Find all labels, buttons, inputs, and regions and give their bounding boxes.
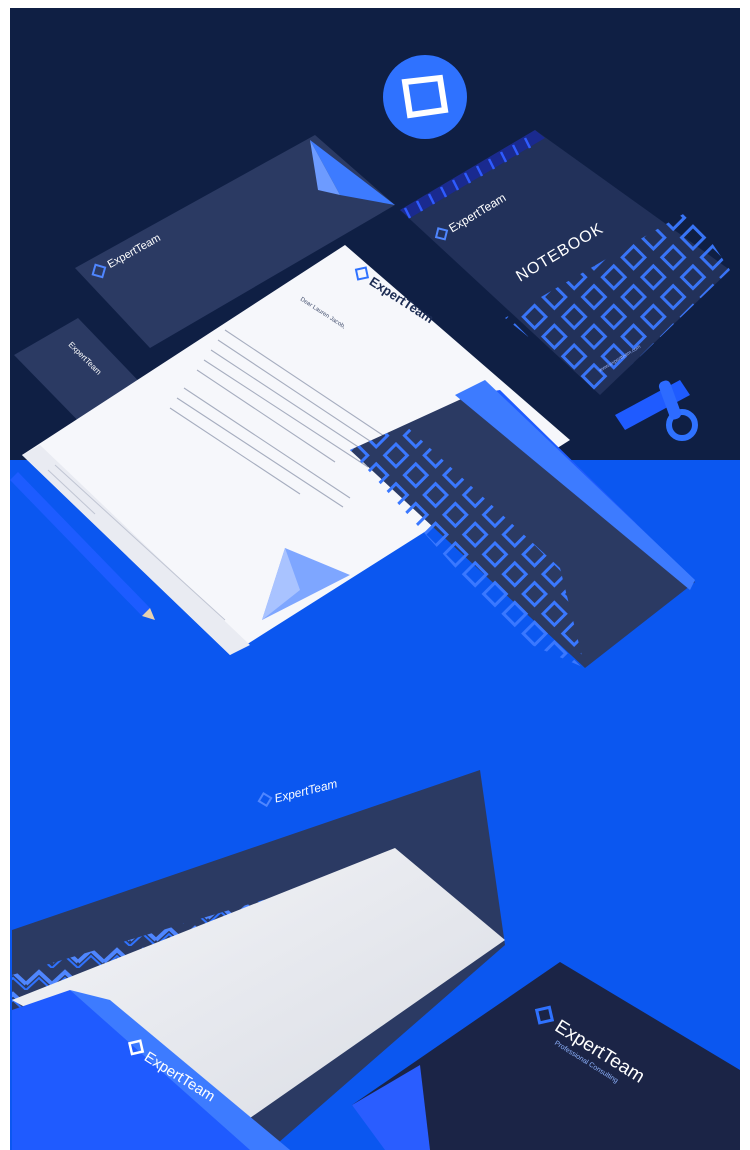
badge-icon: [383, 55, 467, 139]
scene-svg: ExpertTeam ExpertTeam NOTEBOOK www.exper…: [10, 8, 740, 1150]
stationery-mockup-scene: ExpertTeam ExpertTeam NOTEBOOK www.exper…: [0, 0, 750, 1150]
